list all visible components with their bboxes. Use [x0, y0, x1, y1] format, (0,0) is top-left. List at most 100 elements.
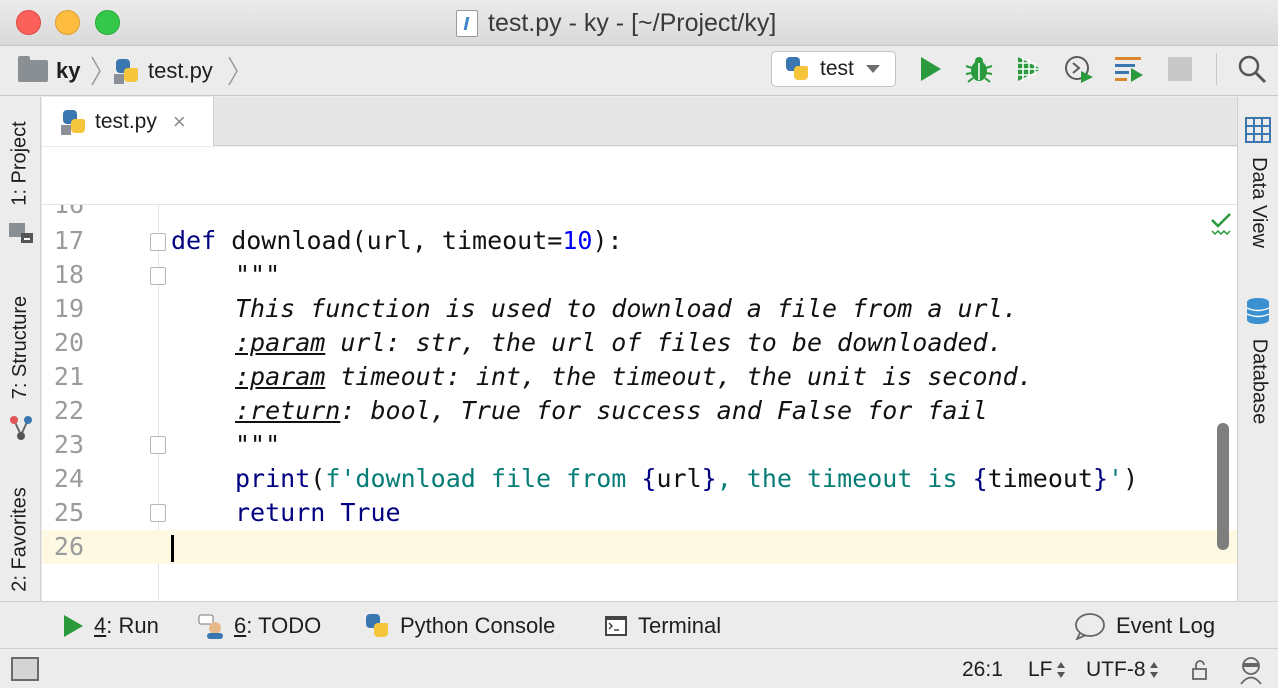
- line-number: 17: [53, 226, 84, 255]
- line-number: 21: [53, 362, 84, 391]
- line-number: 20: [53, 328, 84, 357]
- concurrency-diagram-button[interactable]: [1113, 53, 1145, 85]
- status-bar: 26:1 LF UTF-8: [0, 648, 1278, 688]
- profile-icon: [1065, 56, 1093, 83]
- code-line: 19 This function is used to download a f…: [42, 292, 1237, 326]
- docstring-close: """: [235, 430, 281, 459]
- keyword: def: [171, 226, 217, 255]
- tool-window-bar: 4: Run 6: TODO Python Console Terminal E…: [0, 601, 1278, 648]
- data-view-tool-tab[interactable]: Data View: [1238, 147, 1278, 257]
- run-button[interactable]: [914, 53, 946, 85]
- fstring-brace: }: [701, 464, 717, 493]
- project-tool-tab[interactable]: 1: Project: [0, 103, 41, 223]
- editor-tab-test-py[interactable]: test.py ×: [42, 97, 214, 146]
- python-console-label: Python Console: [400, 613, 556, 638]
- hector-inspector-icon[interactable]: [1237, 655, 1265, 685]
- breadcrumb-project-label: ky: [56, 58, 81, 83]
- keyword: return: [235, 498, 326, 527]
- database-tool-tab[interactable]: Database: [1238, 329, 1278, 434]
- breadcrumb-file-label: test.py: [148, 58, 213, 83]
- breadcrumb-separator-icon: [228, 56, 238, 86]
- inspection-ok-icon[interactable]: [1210, 211, 1232, 235]
- stop-button[interactable]: [1164, 53, 1196, 85]
- builtin-function: print: [235, 464, 311, 493]
- editor-tab-bar: test.py ×: [42, 97, 1237, 146]
- navigation-bar: ky test.py test: [0, 47, 1278, 96]
- python-icon: [784, 56, 810, 82]
- todo-tool-label: : TODO: [246, 613, 322, 638]
- fstring-variable: url: [656, 464, 702, 493]
- profile-button[interactable]: [1063, 53, 1095, 85]
- run-tool-button[interactable]: 4: Run: [62, 610, 159, 642]
- toggle-tool-windows-icon[interactable]: [11, 657, 39, 681]
- fold-toggle-icon[interactable]: [150, 267, 166, 285]
- line-number: 22: [53, 396, 84, 425]
- encoding-label: UTF-8: [1086, 658, 1146, 681]
- stop-icon: [1168, 57, 1192, 81]
- code-text: download(url, timeout=: [216, 226, 563, 255]
- close-tab-icon[interactable]: ×: [173, 109, 186, 135]
- python-console-icon: [364, 613, 390, 639]
- close-window-button[interactable]: [16, 10, 41, 35]
- python-console-tool-button[interactable]: Python Console: [364, 610, 555, 642]
- code-line: 23 """: [42, 428, 1237, 462]
- line-separator-label: LF: [1028, 658, 1053, 681]
- todo-icon: [198, 614, 223, 639]
- chevron-down-icon: [865, 65, 880, 73]
- favorites-tool-tab[interactable]: 2: Favorites: [0, 479, 41, 599]
- code-editor[interactable]: 16 17 def download(url, timeout=10): 18 …: [42, 205, 1237, 601]
- fold-toggle-icon[interactable]: [150, 436, 166, 454]
- title-bar: test.py - ky - [~/Project/ky]: [0, 0, 1278, 46]
- up-down-arrows-icon: [1056, 662, 1065, 678]
- string-literal: ': [1108, 464, 1124, 493]
- docstring-tag: :return: [235, 396, 341, 425]
- run-configuration-select[interactable]: test: [771, 51, 896, 87]
- breadcrumb-project[interactable]: ky: [18, 55, 80, 87]
- database-tool-label: Database: [1248, 338, 1270, 425]
- run-icon: [921, 57, 941, 81]
- caret-position[interactable]: 26:1: [962, 656, 1003, 684]
- right-tool-strip: Data View Database: [1237, 97, 1278, 601]
- editor-breadcrumb-area: [42, 147, 1237, 205]
- breadcrumb-separator-icon: [91, 56, 101, 86]
- editor-scrollbar[interactable]: [1217, 423, 1229, 550]
- string-literal: , the timeout is: [716, 464, 973, 493]
- line-separator-select[interactable]: LF: [1028, 656, 1066, 684]
- code-text: ):: [592, 226, 623, 255]
- search-everywhere-button[interactable]: [1236, 53, 1268, 85]
- line-number: 19: [53, 294, 84, 323]
- structure-tool-label: 7: Structure: [9, 295, 32, 399]
- zoom-window-button[interactable]: [95, 10, 120, 35]
- run-with-coverage-button[interactable]: [1013, 53, 1045, 85]
- line-number: 18: [53, 260, 84, 289]
- code-text: ): [1123, 464, 1139, 493]
- line-number: 23: [53, 430, 84, 459]
- window-title-text: test.py - ky - [~/Project/ky]: [488, 8, 777, 37]
- favorites-tool-label: 2: Favorites: [9, 486, 32, 592]
- fstring-variable: timeout: [987, 464, 1093, 493]
- fstring-brace: }: [1092, 464, 1109, 493]
- fold-toggle-icon[interactable]: [150, 233, 166, 251]
- minimize-window-button[interactable]: [55, 10, 80, 35]
- caret-position-label: 26:1: [962, 658, 1003, 681]
- structure-tool-tab[interactable]: 7: Structure: [0, 277, 41, 417]
- debug-button[interactable]: [963, 53, 995, 85]
- terminal-tool-button[interactable]: Terminal: [604, 610, 721, 642]
- docstring-text: : bool, True for success and False for f…: [340, 396, 988, 425]
- window-title: test.py - ky - [~/Project/ky]: [456, 7, 776, 39]
- run-tool-key: 4: [94, 613, 107, 638]
- terminal-icon: [605, 616, 627, 636]
- docstring-text: url: str, the url of files to be downloa…: [325, 328, 1003, 357]
- lock-icon[interactable]: [1190, 660, 1212, 680]
- encoding-select[interactable]: UTF-8: [1086, 656, 1159, 684]
- string-literal: f'download file from: [325, 464, 642, 493]
- database-icon: [1246, 298, 1270, 324]
- fold-toggle-icon[interactable]: [150, 504, 166, 522]
- code-line: 21 :param timeout: int, the timeout, the…: [42, 360, 1237, 394]
- search-icon: [1238, 55, 1267, 84]
- breadcrumb-file[interactable]: test.py: [114, 55, 213, 87]
- event-log-tool-button[interactable]: Event Log: [1074, 610, 1215, 642]
- coverage-icon: [1018, 57, 1041, 81]
- line-number: 16: [42, 205, 84, 222]
- todo-tool-button[interactable]: 6: TODO: [198, 610, 321, 642]
